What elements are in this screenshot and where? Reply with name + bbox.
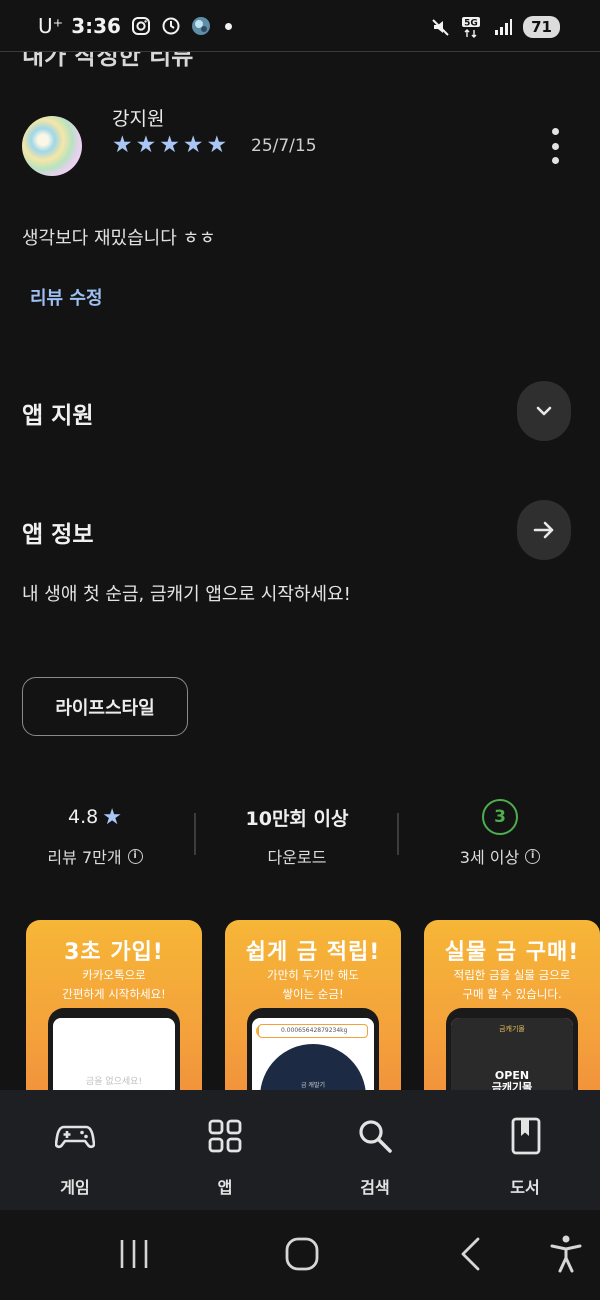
accessibility-icon[interactable] <box>544 1232 588 1276</box>
downloads-label-text: 다운로드 <box>267 848 327 867</box>
more-options-icon[interactable] <box>545 128 565 164</box>
search-icon <box>359 1120 392 1153</box>
arrow-right-icon <box>533 521 554 539</box>
status-bar-left: U⁺ 3:36 <box>38 14 232 38</box>
screenshot-subtitle: 가만히 두기만 해도 쌓이는 순금! <box>267 968 359 1001</box>
screenshot-title: 실물 금 구매! <box>444 940 580 965</box>
phone-screen-text: 금을 없으세요! <box>85 1077 143 1087</box>
chevron-down-icon <box>536 406 552 416</box>
nav-item-apps[interactable]: 앱 <box>150 1090 300 1210</box>
app-info-open-button[interactable] <box>517 500 571 560</box>
info-icon: i <box>525 848 541 864</box>
app-support-title[interactable]: 앱 지원 <box>22 396 94 430</box>
downloads-value-text: 10만회 이상 <box>245 807 349 830</box>
star-icon: ★ <box>135 132 157 158</box>
app-description: 내 생애 첫 순금, 금캐기 앱으로 시작하세요! <box>22 584 351 605</box>
star-icon: ★ <box>102 804 122 830</box>
screenshot-title: 쉽게 금 적립! <box>245 940 381 965</box>
phone-screen-label: 금 캐발기 <box>301 1082 325 1089</box>
rating-label: 리뷰 7만개 <box>47 848 122 867</box>
clock-icon <box>162 17 180 35</box>
review-text: 생각보다 재밌습니다 ㅎㅎ <box>22 228 216 249</box>
age-rating-badge: 3 <box>482 799 518 835</box>
apps-grid-icon <box>208 1119 242 1153</box>
category-chip[interactable]: 라이프스타일 <box>22 677 188 736</box>
status-bar-right: 5G 71 <box>431 16 560 38</box>
nav-item-books[interactable]: 도서 <box>450 1090 600 1210</box>
back-icon[interactable] <box>448 1232 492 1276</box>
battery-icon: 71 <box>523 16 560 38</box>
phone-screen-bar: 0.00065642879234kg <box>258 1024 368 1038</box>
instagram-icon <box>131 17 150 35</box>
app-screenshot-2[interactable]: 쉽게 금 적립! 가만히 두기만 해도 쌓이는 순금! 0.0006564287… <box>225 920 401 1110</box>
star-icon: ★ <box>159 132 180 158</box>
rating-label-row: 리뷰 7만개 i <box>0 844 190 868</box>
stat-divider <box>194 813 196 855</box>
edit-review-button[interactable]: 리뷰 수정 <box>30 284 103 310</box>
age-badge-row: 3 <box>405 799 595 835</box>
app-screenshot-1[interactable]: 3초 가입! 카카오톡으로 간편하게 시작하세요! 금을 없으세요! <box>26 920 202 1110</box>
app-avatar-icon <box>191 17 210 35</box>
system-navigation-bar <box>0 1210 600 1300</box>
downloads-stat: 10만회 이상 다운로드 <box>202 800 392 868</box>
nav-label: 도서 <box>510 1178 540 1197</box>
nav-item-games[interactable]: 게임 <box>0 1090 150 1210</box>
home-icon[interactable] <box>280 1232 324 1276</box>
review-date: 25/7/15 <box>251 136 317 156</box>
phone-screen-header: 금캐기몰 <box>499 1025 525 1033</box>
nav-label: 게임 <box>60 1178 90 1197</box>
age-rating-stat[interactable]: 3 3세 이상 i <box>405 799 595 868</box>
bottom-navigation: 게임 앱 검색 도서 <box>0 1090 600 1210</box>
nav-item-search[interactable]: 검색 <box>300 1090 450 1210</box>
screenshot-subtitle: 적립한 금을 실물 금으로 구매 할 수 있습니다. <box>453 968 571 1001</box>
book-icon <box>511 1117 541 1155</box>
nav-label: 검색 <box>360 1178 390 1197</box>
mute-icon <box>432 19 449 36</box>
rating-stat[interactable]: 4.8 ★ 리뷰 7만개 i <box>0 800 190 868</box>
avatar <box>22 116 82 176</box>
star-icon: ★ <box>182 132 204 158</box>
clock-time: 3:36 <box>71 14 121 38</box>
star-icon: ★ <box>112 132 133 158</box>
downloads-label: 다운로드 <box>202 844 392 868</box>
stat-divider <box>397 813 399 855</box>
screenshot-title: 3초 가입! <box>64 940 164 965</box>
carrier-label: U⁺ <box>38 14 64 38</box>
app-screenshot-3[interactable]: 실물 금 구매! 적립한 금을 실물 금으로 구매 할 수 있습니다. 금캐기몰… <box>424 920 600 1110</box>
star-rating: ★ ★ ★ ★ ★ <box>112 133 227 157</box>
star-icon: ★ <box>206 132 228 158</box>
gamepad-icon <box>55 1125 95 1149</box>
info-icon: i <box>127 848 143 864</box>
rating-value: 4.8 <box>68 806 99 828</box>
recent-apps-icon[interactable] <box>112 1232 156 1276</box>
reviewer-name: 강지원 <box>112 108 165 130</box>
status-bar: U⁺ 3:36 5G 71 <box>0 0 600 52</box>
age-label-row: 3세 이상 i <box>405 844 595 868</box>
nav-label: 앱 <box>217 1178 233 1197</box>
5g-icon: 5G <box>462 17 481 38</box>
app-support-expand-button[interactable] <box>517 381 571 441</box>
screenshot-subtitle: 카카오톡으로 간편하게 시작하세요! <box>62 968 166 1001</box>
age-label: 3세 이상 <box>459 848 520 867</box>
rating-value-row: 4.8 ★ <box>0 800 190 834</box>
signal-icon <box>495 19 513 35</box>
app-info-title[interactable]: 앱 정보 <box>22 515 94 549</box>
notification-dot <box>224 22 232 30</box>
downloads-value: 10만회 이상 <box>202 800 392 834</box>
svg-text:5G: 5G <box>464 19 478 29</box>
